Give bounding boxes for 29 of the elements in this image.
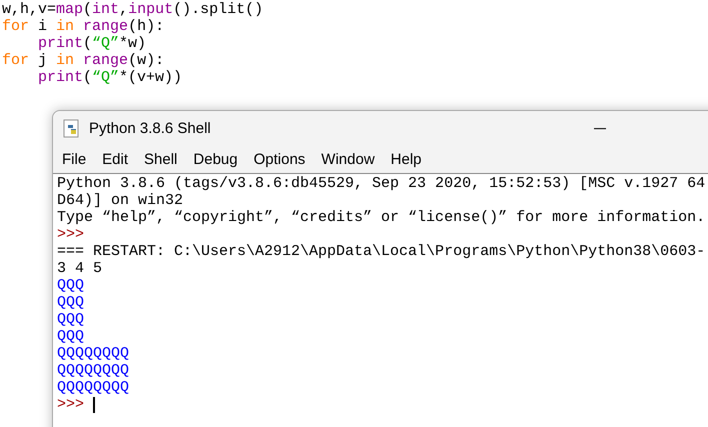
- menu-item[interactable]: Shell: [136, 148, 186, 172]
- menu-item[interactable]: Help: [382, 148, 430, 172]
- shell-line: QQQQQQQQ: [57, 379, 130, 396]
- code-line: for j in range(w):: [2, 52, 164, 69]
- code-line: print(“Q”*(v+w)): [37, 69, 182, 86]
- code-line: w,h,v=map(int,input().split(): [2, 1, 264, 18]
- menu-item[interactable]: Debug: [185, 148, 246, 172]
- window-title: Python 3.8.6 Shell: [89, 118, 211, 139]
- minimize-icon[interactable]: [594, 128, 606, 130]
- shell-line: >>>: [57, 396, 84, 413]
- shell-line: Type “help”, “copyright”, “credits” or “license()” for more information.: [57, 209, 706, 226]
- shell-line: QQQQQQQQ: [57, 345, 130, 362]
- python-logo-icon: [63, 119, 81, 139]
- shell-line: 3 4 5: [57, 260, 102, 277]
- shell-line: QQQ: [57, 277, 84, 294]
- menu-item[interactable]: Window: [313, 148, 383, 172]
- shell-line: QQQ: [57, 328, 84, 345]
- shell-line: === RESTART: C:\Users\A2912\AppData\Local\Programs\Python\Python38\0603-: [57, 243, 706, 260]
- menu-item[interactable]: File: [54, 148, 94, 172]
- menu-item[interactable]: Edit: [94, 148, 136, 172]
- shell-line: QQQQQQQQ: [57, 362, 130, 379]
- shell-line: D64)] on win32: [57, 192, 184, 209]
- code-line: print(“Q”*w): [37, 35, 146, 52]
- menu-item[interactable]: Options: [246, 148, 314, 172]
- shell-line: QQQ: [57, 294, 84, 311]
- shell-line: >>>: [57, 226, 84, 243]
- shell-line: Python 3.8.6 (tags/v3.8.6:db45529, Sep 23 2020, 15:52:53) [MSC v.1927 64: [57, 175, 706, 192]
- shell-line: QQQ: [57, 311, 84, 328]
- code-line: for i in range(h):: [2, 18, 164, 35]
